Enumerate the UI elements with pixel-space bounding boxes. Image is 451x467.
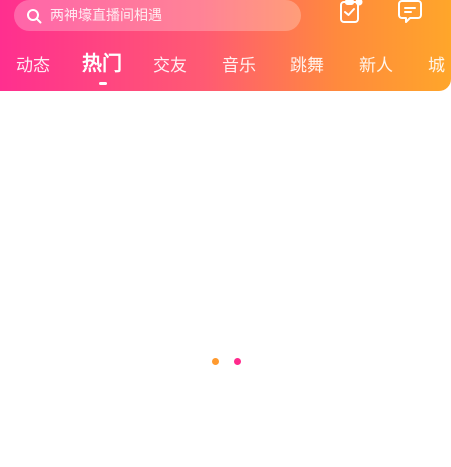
notification-badge [355,0,363,6]
tab-tiaowu[interactable]: 跳舞 [290,50,324,90]
message-square-icon [397,0,423,28]
search-placeholder: 两神壕直播间相遇 [50,7,162,24]
tab-cheng[interactable]: 城 [428,50,445,90]
loading-dot [234,358,241,365]
tab-jiaoyou[interactable]: 交友 [153,50,187,90]
clipboard-check-button[interactable] [338,0,364,26]
clipboard-check-icon [338,0,364,28]
search-bar[interactable]: 两神壕直播间相遇 [14,0,301,31]
search-icon [26,8,42,24]
top-header: 两神壕直播间相遇 动态 热门 交友 音乐 跳舞 新人 城 [0,0,451,91]
active-tab-indicator [99,82,107,85]
category-tabs: 动态 热门 交友 音乐 跳舞 新人 城 [0,50,451,84]
tab-dongtai[interactable]: 动态 [16,50,50,90]
loading-dot [212,358,219,365]
tab-xinren[interactable]: 新人 [359,50,393,90]
message-button[interactable] [397,0,423,26]
tab-yinyue[interactable]: 音乐 [222,50,256,90]
